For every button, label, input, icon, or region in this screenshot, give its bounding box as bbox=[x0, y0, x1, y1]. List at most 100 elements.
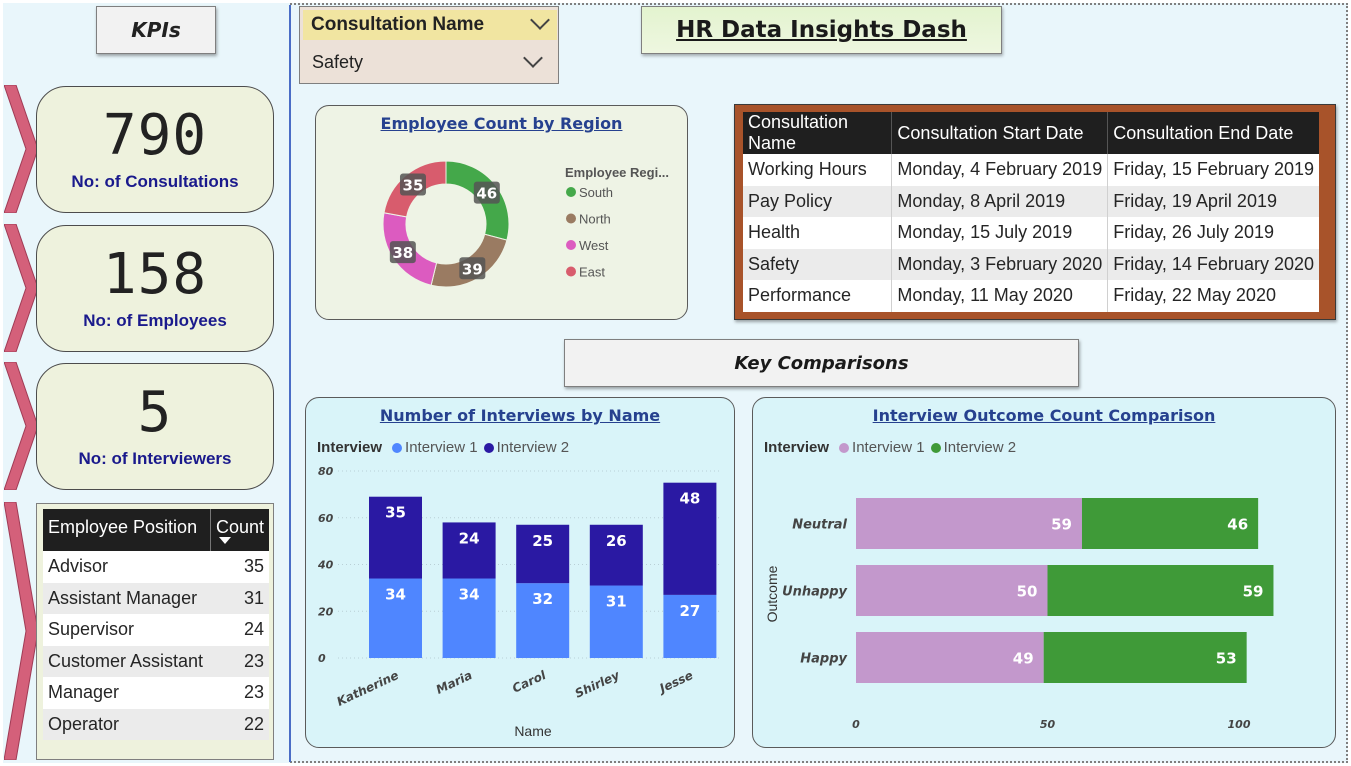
key-comparisons-header: Key Comparisons bbox=[564, 339, 1079, 387]
position-count: 23 bbox=[210, 645, 269, 677]
data-label: 32 bbox=[532, 590, 553, 608]
y-tick-label: 0 bbox=[318, 652, 326, 665]
x-tick-label: 0 bbox=[852, 718, 860, 731]
legend-dot-icon bbox=[566, 240, 576, 250]
interviews-bar-chart[interactable]: 80 60 40 20 0 34 35 Katherine 34 24 Maria 32 25 Carol… bbox=[306, 398, 736, 749]
x-tick-label: Maria bbox=[434, 668, 475, 697]
end-date: Friday, 15 February 2019 bbox=[1107, 154, 1319, 186]
legend-label: West bbox=[579, 238, 609, 253]
data-label: 50 bbox=[1017, 583, 1038, 601]
y-tick-label: 60 bbox=[318, 512, 334, 525]
data-label: 59 bbox=[1243, 583, 1264, 601]
chevron-icon bbox=[4, 224, 38, 352]
data-label: 48 bbox=[679, 490, 700, 508]
outcome-bar-chart[interactable]: 0 50 100 59 46 Neutral 50 59 Unhappy 49 53 Happy Out… bbox=[753, 398, 1337, 749]
position-name: Manager bbox=[43, 677, 211, 709]
y-tick-label: Happy bbox=[800, 652, 847, 667]
data-label: 25 bbox=[532, 532, 553, 550]
position-count: 35 bbox=[210, 551, 269, 583]
legend-dot-icon bbox=[566, 213, 576, 224]
column-divider bbox=[289, 5, 291, 762]
chevron-icon bbox=[4, 362, 38, 490]
slicer-selected-value[interactable]: Safety bbox=[312, 52, 363, 73]
consultations-table: Consultation Name Consultation Start Dat… bbox=[743, 112, 1319, 312]
position-name: Assistant Manager bbox=[43, 582, 211, 614]
collapse-chevron-icon[interactable] bbox=[530, 10, 550, 30]
column-header-consultation-name[interactable]: Consultation Name bbox=[743, 112, 892, 154]
end-date: Friday, 14 February 2020 bbox=[1107, 248, 1319, 280]
data-label: 35 bbox=[385, 504, 406, 522]
table-row[interactable]: Safety Monday, 3 February 2020 Friday, 14 … bbox=[743, 248, 1319, 280]
kpi-value: 158 bbox=[102, 241, 208, 307]
data-label: 59 bbox=[1051, 516, 1072, 534]
kpi-label: No: of Interviewers bbox=[78, 448, 232, 468]
kpi-label: No: of Consultations bbox=[71, 171, 239, 191]
kpi-label: No: of Employees bbox=[83, 310, 227, 330]
kpi-card-consultations: 790 No: of Consultations bbox=[36, 86, 274, 213]
column-header-end-date[interactable]: Consultation End Date bbox=[1107, 112, 1319, 154]
table-row[interactable]: Advisor 35 bbox=[43, 551, 269, 583]
table-row[interactable]: Operator 22 bbox=[43, 708, 269, 740]
y-tick-label: Unhappy bbox=[782, 585, 847, 600]
table-row[interactable]: Assistant Manager 31 bbox=[43, 582, 269, 614]
data-label: 24 bbox=[459, 529, 480, 547]
table-row[interactable]: Pay Policy Monday, 8 April 2019 Friday, 19… bbox=[743, 185, 1319, 217]
legend-label: East bbox=[579, 265, 605, 280]
table-row[interactable]: Customer Assistant 23 bbox=[43, 645, 269, 677]
data-label: 31 bbox=[606, 593, 627, 611]
consultation-name: Health bbox=[743, 217, 892, 249]
kpi-value: 790 bbox=[102, 102, 208, 168]
data-label: 46 bbox=[1227, 516, 1248, 534]
data-label: 34 bbox=[459, 586, 480, 604]
position-table: Employee Position Count Advisor 35 Assist… bbox=[43, 509, 269, 740]
position-count: 31 bbox=[210, 582, 269, 614]
y-tick-label: 20 bbox=[318, 605, 334, 618]
slicer-title: Consultation Name bbox=[311, 14, 485, 35]
consultation-name: Safety bbox=[743, 248, 892, 280]
start-date: Monday, 3 February 2020 bbox=[891, 248, 1108, 280]
column-header-count-label: Count bbox=[215, 517, 264, 537]
legend-dot-icon bbox=[566, 187, 576, 197]
x-tick-label: Carol bbox=[510, 668, 549, 696]
dropdown-chevron-icon[interactable] bbox=[523, 48, 543, 68]
data-label: 34 bbox=[385, 586, 406, 604]
chevron-icon bbox=[4, 85, 38, 213]
column-header-count[interactable]: Count bbox=[209, 509, 269, 551]
data-label: 26 bbox=[606, 532, 627, 550]
chevron-icon bbox=[4, 502, 38, 760]
table-row[interactable]: Performance Monday, 11 May 2020 Friday, 22… bbox=[743, 280, 1319, 312]
consultations-table-card: Consultation Name Consultation Start Dat… bbox=[734, 104, 1336, 320]
start-date: Monday, 8 April 2019 bbox=[891, 185, 1108, 217]
position-count: 23 bbox=[210, 677, 269, 709]
data-label: 35 bbox=[403, 176, 424, 194]
legend-dot-icon bbox=[566, 266, 576, 277]
x-tick-label: 100 bbox=[1228, 718, 1251, 731]
start-date: Monday, 15 July 2019 bbox=[891, 217, 1108, 249]
column-header-position[interactable]: Employee Position bbox=[43, 509, 211, 551]
y-tick-label: 40 bbox=[317, 559, 334, 572]
table-row[interactable]: Manager 23 bbox=[43, 677, 269, 709]
table-row[interactable]: Health Monday, 15 July 2019 Friday, 26 Jul… bbox=[743, 217, 1319, 249]
kpis-title: KPIs bbox=[96, 6, 216, 54]
sort-descending-icon bbox=[218, 537, 231, 544]
table-row[interactable]: Supervisor 24 bbox=[43, 614, 269, 646]
region-donut-chart[interactable]: 46 39 38 35 Employee Regi... South North West Ea… bbox=[316, 106, 689, 321]
end-date: Friday, 26 July 2019 bbox=[1107, 217, 1319, 249]
legend-label: South bbox=[579, 185, 613, 200]
slicer-header[interactable]: Consultation Name bbox=[303, 10, 557, 40]
position-table-card: Employee Position Count Advisor 35 Assist… bbox=[36, 503, 274, 760]
position-name: Customer Assistant bbox=[43, 645, 211, 677]
consultation-name: Pay Policy bbox=[743, 185, 892, 217]
y-tick-label: 80 bbox=[318, 465, 334, 478]
bar-segment bbox=[1047, 565, 1274, 616]
data-label: 49 bbox=[1013, 650, 1034, 668]
data-label: 27 bbox=[679, 602, 700, 620]
table-row[interactable]: Working Hours Monday, 4 February 2019 Frid… bbox=[743, 154, 1319, 186]
start-date: Monday, 4 February 2019 bbox=[891, 154, 1108, 186]
x-tick-label: 50 bbox=[1040, 718, 1056, 731]
data-label: 53 bbox=[1216, 650, 1237, 668]
end-date: Friday, 19 April 2019 bbox=[1107, 185, 1319, 217]
region-chart-card: Employee Count by Region 46 39 38 35 Employe… bbox=[315, 105, 688, 320]
position-count: 24 bbox=[210, 614, 269, 646]
column-header-start-date[interactable]: Consultation Start Date bbox=[891, 112, 1108, 154]
